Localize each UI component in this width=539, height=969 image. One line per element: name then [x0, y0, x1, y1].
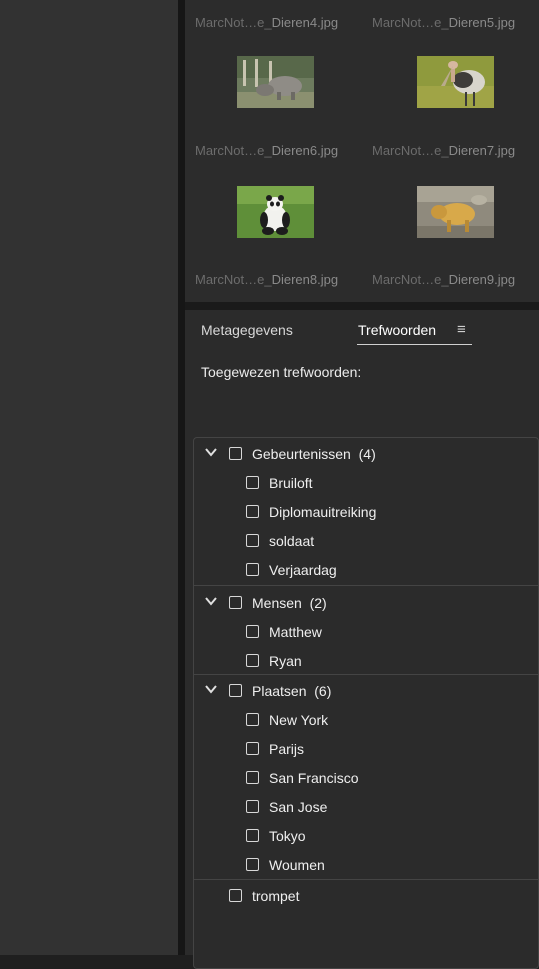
- checkbox[interactable]: [246, 476, 259, 489]
- keyword-group-name: Gebeurtenissen: [252, 446, 351, 462]
- thumbnail-label[interactable]: MarcNot…e_Dieren8.jpg: [195, 272, 338, 287]
- keyword-list: Gebeurtenissen (4) Bruiloft Diplomauitre…: [193, 437, 539, 969]
- keyword-item[interactable]: Ryan: [194, 647, 538, 676]
- keyword-group-events[interactable]: Gebeurtenissen (4): [194, 440, 538, 469]
- checkbox[interactable]: [229, 596, 242, 609]
- checkbox[interactable]: [246, 505, 259, 518]
- keyword-item[interactable]: soldaat: [194, 527, 538, 556]
- keyword-label: Parijs: [269, 741, 305, 757]
- thumbnail-label[interactable]: MarcNot…e_Dieren9.jpg: [372, 272, 515, 287]
- checkbox[interactable]: [246, 800, 259, 813]
- thumbnail-panda[interactable]: [237, 186, 314, 238]
- chevron-down-icon[interactable]: [204, 682, 218, 696]
- keyword-group-count: (4): [358, 446, 376, 462]
- thumbnail-label[interactable]: MarcNot…e_Dieren7.jpg: [372, 143, 515, 158]
- keyword-label: San Jose: [269, 799, 328, 815]
- keyword-label: trompet: [252, 888, 300, 904]
- group-divider: [194, 879, 538, 880]
- checkbox[interactable]: [246, 858, 259, 871]
- keyword-group-count: (6): [314, 683, 332, 699]
- keyword-label: Ryan: [269, 653, 302, 669]
- chevron-down-icon[interactable]: [204, 594, 218, 608]
- keyword-item[interactable]: Tokyo: [194, 822, 538, 851]
- checkbox[interactable]: [229, 447, 242, 460]
- keyword-item[interactable]: Parijs: [194, 735, 538, 764]
- thumbnail-label[interactable]: MarcNot…e_Dieren5.jpg: [372, 15, 515, 30]
- thumbnail-golden-takin[interactable]: [417, 186, 494, 238]
- grid-panel-divider[interactable]: [185, 302, 539, 310]
- checkbox[interactable]: [246, 771, 259, 784]
- group-divider: [194, 585, 538, 586]
- tab-metadata[interactable]: Metagegevens: [201, 322, 293, 338]
- keyword-label: soldaat: [269, 533, 315, 549]
- keyword-label: Diplomauitreiking: [269, 504, 377, 520]
- chevron-down-icon[interactable]: [204, 445, 218, 459]
- keyword-item[interactable]: Matthew: [194, 618, 538, 647]
- panel-splitter[interactable]: [178, 0, 185, 955]
- thumbnail-marabou-stork[interactable]: [417, 56, 494, 108]
- keyword-label: New York: [269, 712, 329, 728]
- checkbox[interactable]: [246, 534, 259, 547]
- thumbnail-label[interactable]: MarcNot…e_Dieren6.jpg: [195, 143, 338, 158]
- checkbox[interactable]: [246, 829, 259, 842]
- keyword-item[interactable]: Diplomauitreiking: [194, 498, 538, 527]
- keyword-group-name: Mensen: [252, 595, 302, 611]
- checkbox[interactable]: [246, 713, 259, 726]
- keyword-item[interactable]: trompet: [194, 882, 538, 911]
- thumbnail-grid: MarcNot…e_Dieren4.jpg MarcNot…e_Dieren5.…: [185, 0, 539, 302]
- group-divider: [194, 674, 538, 675]
- keyword-group-people[interactable]: Mensen (2): [194, 589, 538, 618]
- keyword-item[interactable]: Verjaardag: [194, 556, 538, 585]
- keyword-group-count: (2): [309, 595, 327, 611]
- checkbox[interactable]: [246, 654, 259, 667]
- keyword-item[interactable]: San Francisco: [194, 764, 538, 793]
- keyword-label: Woumen: [269, 857, 325, 873]
- checkbox[interactable]: [229, 684, 242, 697]
- checkbox[interactable]: [246, 563, 259, 576]
- checkbox[interactable]: [229, 889, 242, 902]
- checkbox[interactable]: [246, 742, 259, 755]
- hamburger-menu-icon[interactable]: ≡: [457, 321, 466, 338]
- checkbox[interactable]: [246, 625, 259, 638]
- keyword-label: San Francisco: [269, 770, 359, 786]
- keyword-group-name: Plaatsen: [252, 683, 307, 699]
- keyword-label: Bruiloft: [269, 475, 313, 491]
- keyword-item[interactable]: Woumen: [194, 851, 538, 880]
- keyword-item[interactable]: San Jose: [194, 793, 538, 822]
- thumbnail-label[interactable]: MarcNot…e_Dieren4.jpg: [195, 15, 338, 30]
- tab-keywords[interactable]: Trefwoorden: [358, 322, 436, 338]
- keyword-item[interactable]: New York: [194, 706, 538, 735]
- keyword-item[interactable]: Bruiloft: [194, 469, 538, 498]
- right-panel: MarcNot…e_Dieren4.jpg MarcNot…e_Dieren5.…: [185, 0, 539, 969]
- active-tab-indicator: [357, 344, 472, 345]
- keyword-label: Matthew: [269, 624, 322, 640]
- keyword-label: Verjaardag: [269, 562, 337, 578]
- thumbnail-rhinoceros[interactable]: [237, 56, 314, 108]
- assigned-keywords-label: Toegewezen trefwoorden:: [201, 364, 362, 380]
- keyword-label: Tokyo: [269, 828, 306, 844]
- panel-tabs: Metagegevens Trefwoorden ≡: [185, 310, 539, 360]
- left-panel: [0, 0, 178, 955]
- keyword-group-places[interactable]: Plaatsen (6): [194, 677, 538, 706]
